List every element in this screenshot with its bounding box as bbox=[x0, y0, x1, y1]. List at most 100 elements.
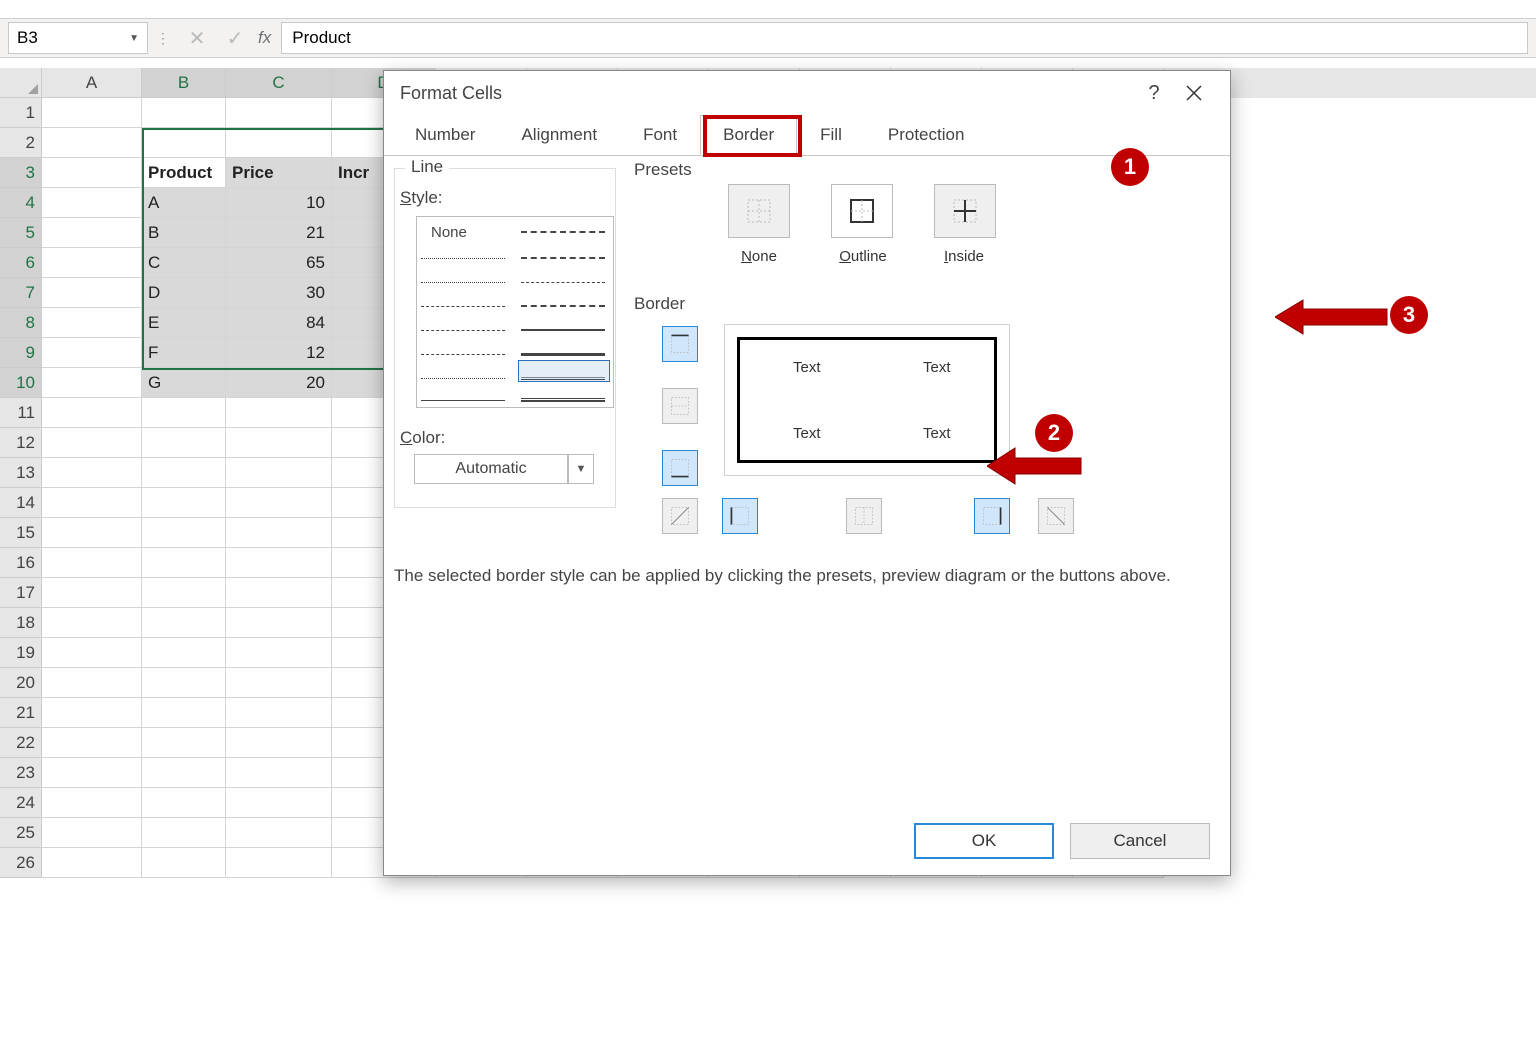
cell-A4[interactable] bbox=[42, 188, 142, 218]
row-header-21[interactable]: 21 bbox=[0, 698, 42, 728]
row-header-17[interactable]: 17 bbox=[0, 578, 42, 608]
style-option[interactable] bbox=[521, 295, 611, 317]
cell-A19[interactable] bbox=[42, 638, 142, 668]
cell-A26[interactable] bbox=[42, 848, 142, 878]
row-header-4[interactable]: 4 bbox=[0, 188, 42, 218]
cell-B9[interactable]: F bbox=[142, 338, 226, 368]
cell-C4[interactable]: 10 bbox=[226, 188, 332, 218]
style-option[interactable] bbox=[521, 389, 611, 411]
cell-C20[interactable] bbox=[226, 668, 332, 698]
row-header-14[interactable]: 14 bbox=[0, 488, 42, 518]
cell-B22[interactable] bbox=[142, 728, 226, 758]
color-dropdown-arrow-icon[interactable]: ▼ bbox=[568, 454, 594, 484]
row-header-7[interactable]: 7 bbox=[0, 278, 42, 308]
cell-B25[interactable] bbox=[142, 818, 226, 848]
border-hmiddle-button[interactable] bbox=[662, 388, 698, 424]
cell-B5[interactable]: B bbox=[142, 218, 226, 248]
cell-C3[interactable]: Price bbox=[226, 158, 332, 188]
style-option[interactable] bbox=[421, 319, 511, 341]
cell-B19[interactable] bbox=[142, 638, 226, 668]
border-bottom-button[interactable] bbox=[662, 450, 698, 486]
cell-A11[interactable] bbox=[42, 398, 142, 428]
border-diag-up-button[interactable] bbox=[662, 498, 698, 534]
row-header-13[interactable]: 13 bbox=[0, 458, 42, 488]
style-option[interactable] bbox=[421, 367, 511, 389]
name-box[interactable]: B3 ▼ bbox=[8, 22, 148, 54]
row-header-22[interactable]: 22 bbox=[0, 728, 42, 758]
cancel-button[interactable]: Cancel bbox=[1070, 823, 1210, 859]
cell-C6[interactable]: 65 bbox=[226, 248, 332, 278]
cell-C23[interactable] bbox=[226, 758, 332, 788]
cell-A17[interactable] bbox=[42, 578, 142, 608]
style-option[interactable] bbox=[421, 247, 511, 269]
border-preview[interactable]: Text Text Text Text bbox=[724, 324, 1010, 476]
cell-C18[interactable] bbox=[226, 608, 332, 638]
preset-inside-button[interactable] bbox=[934, 184, 996, 238]
preset-outline-button[interactable] bbox=[831, 184, 893, 238]
cell-B17[interactable] bbox=[142, 578, 226, 608]
cell-C1[interactable] bbox=[226, 98, 332, 128]
tab-number[interactable]: Number bbox=[392, 115, 498, 155]
row-header-6[interactable]: 6 bbox=[0, 248, 42, 278]
cell-A10[interactable] bbox=[42, 368, 142, 398]
tab-alignment[interactable]: Alignment bbox=[498, 115, 620, 155]
row-header-10[interactable]: 10 bbox=[0, 368, 42, 398]
row-header-20[interactable]: 20 bbox=[0, 668, 42, 698]
style-option[interactable] bbox=[421, 295, 511, 317]
cell-B1[interactable] bbox=[142, 98, 226, 128]
border-diag-down-button[interactable] bbox=[1038, 498, 1074, 534]
cell-C26[interactable] bbox=[226, 848, 332, 878]
cell-A3[interactable] bbox=[42, 158, 142, 188]
cell-C11[interactable] bbox=[226, 398, 332, 428]
cell-C13[interactable] bbox=[226, 458, 332, 488]
cell-A6[interactable] bbox=[42, 248, 142, 278]
column-header-A[interactable]: A bbox=[42, 68, 142, 98]
cell-C12[interactable] bbox=[226, 428, 332, 458]
formula-input[interactable]: Product bbox=[281, 22, 1528, 54]
border-right-button[interactable] bbox=[974, 498, 1010, 534]
cell-B7[interactable]: D bbox=[142, 278, 226, 308]
cell-B2[interactable] bbox=[142, 128, 226, 158]
cell-A7[interactable] bbox=[42, 278, 142, 308]
cell-C14[interactable] bbox=[226, 488, 332, 518]
border-top-button[interactable] bbox=[662, 326, 698, 362]
cell-A18[interactable] bbox=[42, 608, 142, 638]
row-header-2[interactable]: 2 bbox=[0, 128, 42, 158]
row-header-8[interactable]: 8 bbox=[0, 308, 42, 338]
cell-C7[interactable]: 30 bbox=[226, 278, 332, 308]
tab-fill[interactable]: Fill bbox=[797, 115, 865, 155]
cell-C15[interactable] bbox=[226, 518, 332, 548]
cell-B18[interactable] bbox=[142, 608, 226, 638]
cell-A12[interactable] bbox=[42, 428, 142, 458]
style-option[interactable] bbox=[521, 271, 611, 293]
cell-B3[interactable]: Product bbox=[142, 158, 226, 188]
tab-font[interactable]: Font bbox=[620, 115, 700, 155]
cell-C16[interactable] bbox=[226, 548, 332, 578]
cell-B26[interactable] bbox=[142, 848, 226, 878]
cell-C17[interactable] bbox=[226, 578, 332, 608]
cell-A23[interactable] bbox=[42, 758, 142, 788]
border-left-button[interactable] bbox=[722, 498, 758, 534]
row-header-5[interactable]: 5 bbox=[0, 218, 42, 248]
style-option[interactable] bbox=[421, 389, 511, 411]
cell-B11[interactable] bbox=[142, 398, 226, 428]
border-vmiddle-button[interactable] bbox=[846, 498, 882, 534]
row-header-19[interactable]: 19 bbox=[0, 638, 42, 668]
cell-A25[interactable] bbox=[42, 818, 142, 848]
row-header-16[interactable]: 16 bbox=[0, 548, 42, 578]
cell-C24[interactable] bbox=[226, 788, 332, 818]
cell-A2[interactable] bbox=[42, 128, 142, 158]
cell-A16[interactable] bbox=[42, 548, 142, 578]
row-header-26[interactable]: 26 bbox=[0, 848, 42, 878]
row-header-1[interactable]: 1 bbox=[0, 98, 42, 128]
cell-B12[interactable] bbox=[142, 428, 226, 458]
cell-B10[interactable]: G bbox=[142, 368, 226, 398]
cell-A14[interactable] bbox=[42, 488, 142, 518]
tab-protection[interactable]: Protection bbox=[865, 115, 988, 155]
style-option[interactable] bbox=[421, 271, 511, 293]
row-header-18[interactable]: 18 bbox=[0, 608, 42, 638]
cell-B4[interactable]: A bbox=[142, 188, 226, 218]
cell-A9[interactable] bbox=[42, 338, 142, 368]
cell-A8[interactable] bbox=[42, 308, 142, 338]
cell-A5[interactable] bbox=[42, 218, 142, 248]
